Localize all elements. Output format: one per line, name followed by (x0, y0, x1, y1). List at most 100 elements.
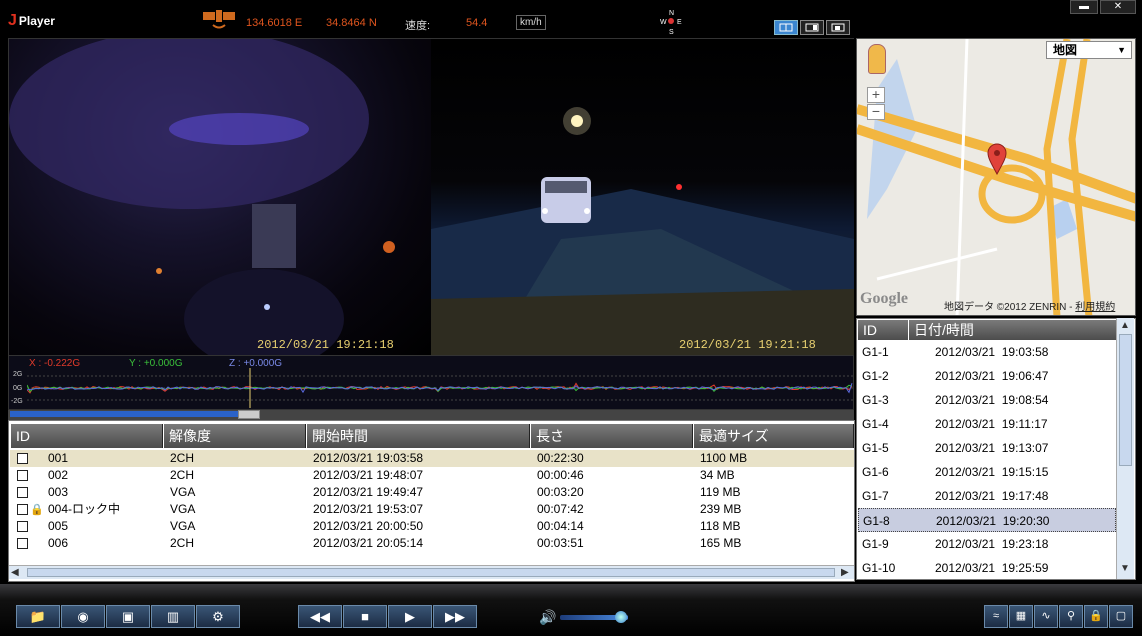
segment-id: G1-4 (862, 417, 889, 431)
folder-button[interactable]: 📁 (16, 605, 60, 628)
horizontal-scroll-thumb[interactable] (27, 568, 835, 577)
chevron-down-icon: ▼ (1117, 45, 1126, 55)
row-checkbox[interactable] (17, 504, 28, 515)
stop-icon: ■ (361, 609, 369, 624)
fast-forward-icon: ▶▶ (445, 609, 465, 624)
segment-datetime: 2012/03/21 19:15:15 (935, 465, 1049, 479)
segment-datetime: 2012/03/21 19:23:18 (935, 537, 1049, 551)
scroll-down-arrow[interactable]: ▼ (1120, 563, 1130, 574)
vertical-scrollbar[interactable]: ▲ ▼ (1116, 318, 1134, 579)
speed-unit: km/h (516, 15, 546, 30)
accel-tick-0g: 0G (13, 385, 23, 392)
segment-row[interactable]: G1-1 2012/03/21 19:03:58 (858, 340, 1116, 364)
segment-row[interactable]: G1-2 2012/03/21 19:06:47 (858, 364, 1116, 388)
segment-datetime: 2012/03/21 19:25:59 (935, 561, 1049, 575)
file-length: 00:00:46 (537, 468, 584, 482)
file-row[interactable]: 005 VGA 2012/03/21 20:00:50 00:04:14 118 MB (10, 518, 854, 535)
rewind-button[interactable]: ◀◀ (298, 605, 342, 628)
window-button[interactable]: ▢ (1109, 605, 1133, 628)
single-view-button[interactable] (774, 20, 798, 35)
interior-camera-view[interactable]: 2012/03/21 19:21:18 (9, 29, 431, 369)
segment-row[interactable]: G1-10 2012/03/21 19:25:59 (858, 556, 1116, 580)
segment-row[interactable]: G1-8 2012/03/21 19:20:30 (858, 508, 1116, 532)
segment-row[interactable]: G1-7 2012/03/21 19:17:48 (858, 484, 1116, 508)
map-zoom-in-button[interactable]: + (867, 87, 885, 103)
row-checkbox[interactable] (17, 538, 28, 549)
segment-row[interactable]: G1-6 2012/03/21 19:15:15 (858, 460, 1116, 484)
file-row[interactable]: 🔒 004-ロック中 VGA 2012/03/21 19:53:07 00:07:42 2… (10, 501, 854, 518)
file-row[interactable]: 006 2CH 2012/03/21 20:05:14 00:03:51 165 MB (10, 535, 854, 552)
playback-progress-handle[interactable] (238, 410, 260, 419)
segment-datetime: 2012/03/21 19:08:54 (935, 393, 1049, 407)
col-header-id[interactable]: ID (11, 424, 163, 448)
segment-datetime: 2012/03/21 19:03:58 (935, 345, 1049, 359)
segment-row[interactable]: G1-5 2012/03/21 19:13:07 (858, 436, 1116, 460)
map-credit: 地図データ ©2012 ZENRIN - 利用規約 (944, 302, 1116, 313)
segment-id: G1-3 (862, 393, 889, 407)
map-type-select[interactable]: 地図 ▼ (1046, 41, 1132, 59)
row-checkbox[interactable] (17, 521, 28, 532)
svg-text:W: W (660, 19, 667, 26)
file-resolution: VGA (170, 485, 196, 499)
row-checkbox[interactable] (17, 453, 28, 464)
minimize-button[interactable]: ▬ (1070, 0, 1098, 14)
file-row[interactable]: 003 VGA 2012/03/21 19:49:47 00:03:20 119 MB (10, 484, 854, 501)
search-button[interactable]: ⚲ (1059, 605, 1083, 628)
segment-row[interactable]: G1-9 2012/03/21 19:23:18 (858, 532, 1116, 556)
play-button[interactable]: ▶ (388, 605, 432, 628)
terms-link[interactable]: 利用規約 (1075, 302, 1115, 313)
seg-col-header-datetime[interactable]: 日付/時間 (909, 320, 1116, 340)
lock-button[interactable]: 🔒 (1084, 605, 1108, 628)
accel-plot (27, 368, 853, 408)
volume-slider-handle[interactable] (615, 611, 627, 623)
horizontal-scrollbar[interactable]: ◀ ▶ (9, 565, 854, 579)
fast-forward-button[interactable]: ▶▶ (433, 605, 477, 628)
scroll-left-arrow[interactable]: ◀ (11, 567, 19, 578)
chart-button[interactable]: ▦ (1009, 605, 1033, 628)
segment-id: G1-2 (862, 369, 889, 383)
file-start-time: 2012/03/21 19:03:58 (313, 451, 424, 465)
wave-button[interactable]: ∿ (1034, 605, 1058, 628)
file-size: 239 MB (700, 502, 742, 516)
trash-button[interactable]: ▥ (151, 605, 195, 628)
accelerometer-graph[interactable]: X : -0.222G Y : +0.000G Z : +0.000G 2G 0… (8, 355, 854, 410)
col-header-length[interactable]: 長さ (531, 424, 693, 448)
file-row[interactable]: 002 2CH 2012/03/21 19:48:07 00:00:46 34 MB (10, 467, 854, 484)
map-view[interactable] (856, 38, 1136, 316)
save-button[interactable]: ▣ (106, 605, 150, 628)
segment-row[interactable]: G1-3 2012/03/21 19:08:54 (858, 388, 1116, 412)
sync-button[interactable]: ≈ (984, 605, 1008, 628)
volume-icon[interactable]: 🔊 (539, 609, 556, 626)
segment-row[interactable]: G1-4 2012/03/21 19:11:17 (858, 412, 1116, 436)
close-button[interactable]: ✕ (1100, 0, 1136, 14)
split-view-button[interactable] (800, 20, 824, 35)
map-zoom-out-button[interactable]: − (867, 104, 885, 120)
row-checkbox[interactable] (17, 470, 28, 481)
col-header-resolution[interactable]: 解像度 (164, 424, 306, 448)
camera-button[interactable]: ◉ (61, 605, 105, 628)
file-start-time: 2012/03/21 19:53:07 (313, 502, 424, 516)
segment-id: G1-9 (862, 537, 889, 551)
segment-datetime: 2012/03/21 19:13:07 (935, 441, 1049, 455)
app-logo: J Player (8, 12, 55, 29)
map-pin-icon[interactable] (987, 143, 1007, 175)
row-checkbox[interactable] (17, 487, 28, 498)
col-header-start-time[interactable]: 開始時間 (307, 424, 530, 448)
col-header-size[interactable]: 最適サイズ (694, 424, 854, 448)
street-view-pegman-icon[interactable] (868, 44, 886, 74)
front-camera-view[interactable]: 2012/03/21 19:21:18 (431, 39, 854, 355)
scroll-right-arrow[interactable]: ▶ (841, 567, 849, 578)
svg-text:E: E (677, 19, 682, 26)
file-row[interactable]: 001 2CH 2012/03/21 19:03:58 00:22:30 1100 MB (10, 450, 854, 467)
segment-id: G1-7 (862, 489, 889, 503)
scroll-up-arrow[interactable]: ▲ (1120, 320, 1130, 331)
segment-id: G1-10 (862, 561, 896, 575)
file-length: 00:04:14 (537, 519, 584, 533)
gear-button[interactable]: ⚙ (196, 605, 240, 628)
stop-button[interactable]: ■ (343, 605, 387, 628)
vertical-scroll-thumb[interactable] (1119, 334, 1132, 466)
pip-view-button[interactable] (826, 20, 850, 35)
file-length: 00:07:42 (537, 502, 584, 516)
lock-icon: 🔒 (1089, 610, 1103, 622)
seg-col-header-id[interactable]: ID (858, 320, 908, 340)
